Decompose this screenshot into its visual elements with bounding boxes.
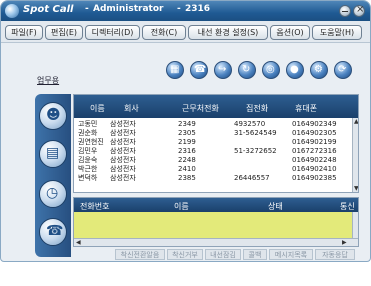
column-header-name[interactable]: 이름 — [90, 103, 105, 114]
app-logo-icon — [5, 4, 19, 18]
menu-bar: 파일(F) 편집(E) 디렉터리(D) 전화(C) 내선 환경 설정(S) 옵션… — [1, 21, 370, 43]
call-icon[interactable]: ☎ — [39, 218, 67, 246]
cell-company: 삼성전자 — [110, 156, 136, 164]
cell-office-phone: 2410 — [178, 165, 196, 173]
cell-name: 김민우 — [78, 147, 98, 155]
sidebar: ☻ ▤ ◷ ☎ — [35, 94, 71, 257]
cell-office-phone: 2199 — [178, 138, 196, 146]
cell-home-phone: 4932570 — [234, 120, 266, 128]
cell-company: 삼성전자 — [110, 147, 136, 155]
menu-edit[interactable]: 편집(E) — [45, 25, 83, 40]
directory-table: 이름 회사 근무처전화 집전화 휴대폰 고동민 삼성전자 2349 493257… — [73, 94, 359, 193]
cell-office-phone: 2248 — [178, 156, 196, 164]
column-header-name[interactable]: 이름 — [174, 201, 189, 212]
table-row[interactable]: 권연현진 삼성전자 2199 0164902199 — [74, 138, 352, 146]
phone-book-icon[interactable]: ▤ — [39, 140, 67, 168]
scroll-down-icon[interactable]: ▼ — [354, 185, 358, 192]
clock-icon[interactable]: ◷ — [39, 180, 67, 208]
conference-icon[interactable]: ◎ — [262, 61, 280, 79]
table-header: 전화번호 이름 상태 통신 — [74, 198, 358, 212]
extension-lock-button[interactable]: 내선잠김 — [205, 249, 241, 260]
table-row[interactable]: 고동민 삼성전자 2349 4932570 0164902349 — [74, 120, 352, 128]
callback-button[interactable]: 콜백 — [243, 249, 267, 260]
menu-help[interactable]: 도움말(H) — [312, 25, 362, 40]
cell-name: 김윤숙 — [78, 156, 98, 164]
table-row[interactable]: 김민우 삼성전자 2316 51-3272652 0167272316 — [74, 147, 352, 155]
scroll-right-icon[interactable]: ▶ — [342, 239, 347, 246]
my-contacts-icon[interactable]: ☻ — [39, 102, 67, 130]
directory-icon[interactable]: ▦ — [166, 61, 184, 79]
app-name: Spot Call — [23, 4, 74, 15]
title-separator: - — [177, 4, 181, 14]
cell-company: 삼성전자 — [110, 165, 136, 173]
table-header: 이름 회사 근무처전화 집전화 휴대폰 — [74, 95, 358, 118]
call-log-table: 전화번호 이름 상태 통신 ◀ ▶ — [73, 197, 359, 247]
cell-mobile: 0164902349 — [292, 120, 337, 128]
vertical-scrollbar[interactable]: ▲ ▼ — [352, 118, 358, 192]
cell-mobile: 0164902305 — [292, 129, 337, 137]
cell-office-phone: 2316 — [178, 147, 196, 155]
cell-home-phone: 51-3272652 — [234, 147, 277, 155]
column-header-communication[interactable]: 통신 — [340, 201, 355, 212]
message-list-button[interactable]: 메시지목록 — [269, 249, 313, 260]
cell-home-phone: 26446557 — [234, 174, 270, 182]
work-group-link[interactable]: 업무용 — [37, 75, 59, 86]
cell-company: 삼성전자 — [110, 174, 136, 182]
table-row[interactable]: 박근한 삼성전자 2410 0164902410 — [74, 165, 352, 173]
column-header-home-phone[interactable]: 집전화 — [246, 103, 268, 114]
menu-call[interactable]: 전화(C) — [142, 25, 186, 40]
user-name: Administrator — [93, 4, 164, 14]
refresh-icon[interactable]: ⟳ — [334, 61, 352, 79]
cell-name: 권연현진 — [78, 138, 104, 146]
redial-icon[interactable]: ↻ — [238, 61, 256, 79]
scroll-left-icon[interactable]: ◀ — [76, 239, 81, 246]
cell-mobile: 0167272316 — [292, 147, 337, 155]
app-window: Spot Call - Administrator - 2316 파일(F) 편… — [0, 0, 371, 262]
cell-mobile: 0164902410 — [292, 165, 337, 173]
column-header-company[interactable]: 회사 — [124, 103, 139, 114]
menu-file[interactable]: 파일(F) — [5, 25, 43, 40]
cell-office-phone: 2385 — [178, 174, 196, 182]
call-reject-button[interactable]: 착신거부 — [167, 249, 203, 260]
column-header-mobile[interactable]: 휴대폰 — [295, 103, 317, 114]
cell-office-phone: 2305 — [178, 129, 196, 137]
record-icon[interactable]: ● — [286, 61, 304, 79]
cell-office-phone: 2349 — [178, 120, 196, 128]
cell-company: 삼성전자 — [110, 129, 136, 137]
transfer-icon[interactable]: ↪ — [214, 61, 232, 79]
menu-options[interactable]: 옵션(O) — [270, 25, 310, 40]
column-header-status[interactable]: 상태 — [268, 201, 283, 212]
cell-company: 삼성전자 — [110, 138, 136, 146]
table-row[interactable]: 김윤숙 삼성전자 2248 0164902248 — [74, 156, 352, 164]
menu-directory[interactable]: 디렉터리(D) — [85, 25, 140, 40]
minimize-button[interactable] — [339, 5, 351, 17]
table-row[interactable]: 권순화 삼성전자 2305 31-5624549 0164902305 — [74, 129, 352, 137]
title-separator: - — [85, 4, 89, 14]
auto-answer-button[interactable]: 자동응답 — [315, 249, 355, 260]
scroll-up-icon[interactable]: ▲ — [354, 118, 358, 125]
cell-name: 변덕하 — [78, 174, 98, 182]
cell-name: 박근한 — [78, 165, 98, 173]
cell-name: 권순화 — [78, 129, 98, 137]
vertical-scrollbar[interactable] — [352, 212, 358, 238]
cell-home-phone: 31-5624549 — [234, 129, 277, 137]
column-header-office-phone[interactable]: 근무처전화 — [182, 103, 219, 114]
column-header-phone-number[interactable]: 전화번호 — [80, 201, 109, 212]
settings-icon[interactable]: ⚙ — [310, 61, 328, 79]
title-bar: Spot Call - Administrator - 2316 — [1, 1, 370, 21]
cell-mobile: 0164902385 — [292, 174, 337, 182]
close-button[interactable] — [353, 4, 365, 17]
cell-mobile: 0164902199 — [292, 138, 337, 146]
cell-mobile: 0164902248 — [292, 156, 337, 164]
extension-number: 2316 — [185, 4, 211, 14]
call-icon[interactable]: ☎ — [190, 61, 208, 79]
horizontal-scrollbar[interactable]: ◀ ▶ — [74, 238, 358, 246]
cell-name: 고동민 — [78, 120, 98, 128]
cell-company: 삼성전자 — [110, 120, 136, 128]
menu-extension-settings[interactable]: 내선 환경 설정(S) — [188, 25, 268, 40]
table-row[interactable]: 변덕하 삼성전자 2385 26446557 0164902385 — [74, 174, 352, 182]
call-forward-button[interactable]: 착신전환알음 — [115, 249, 165, 260]
